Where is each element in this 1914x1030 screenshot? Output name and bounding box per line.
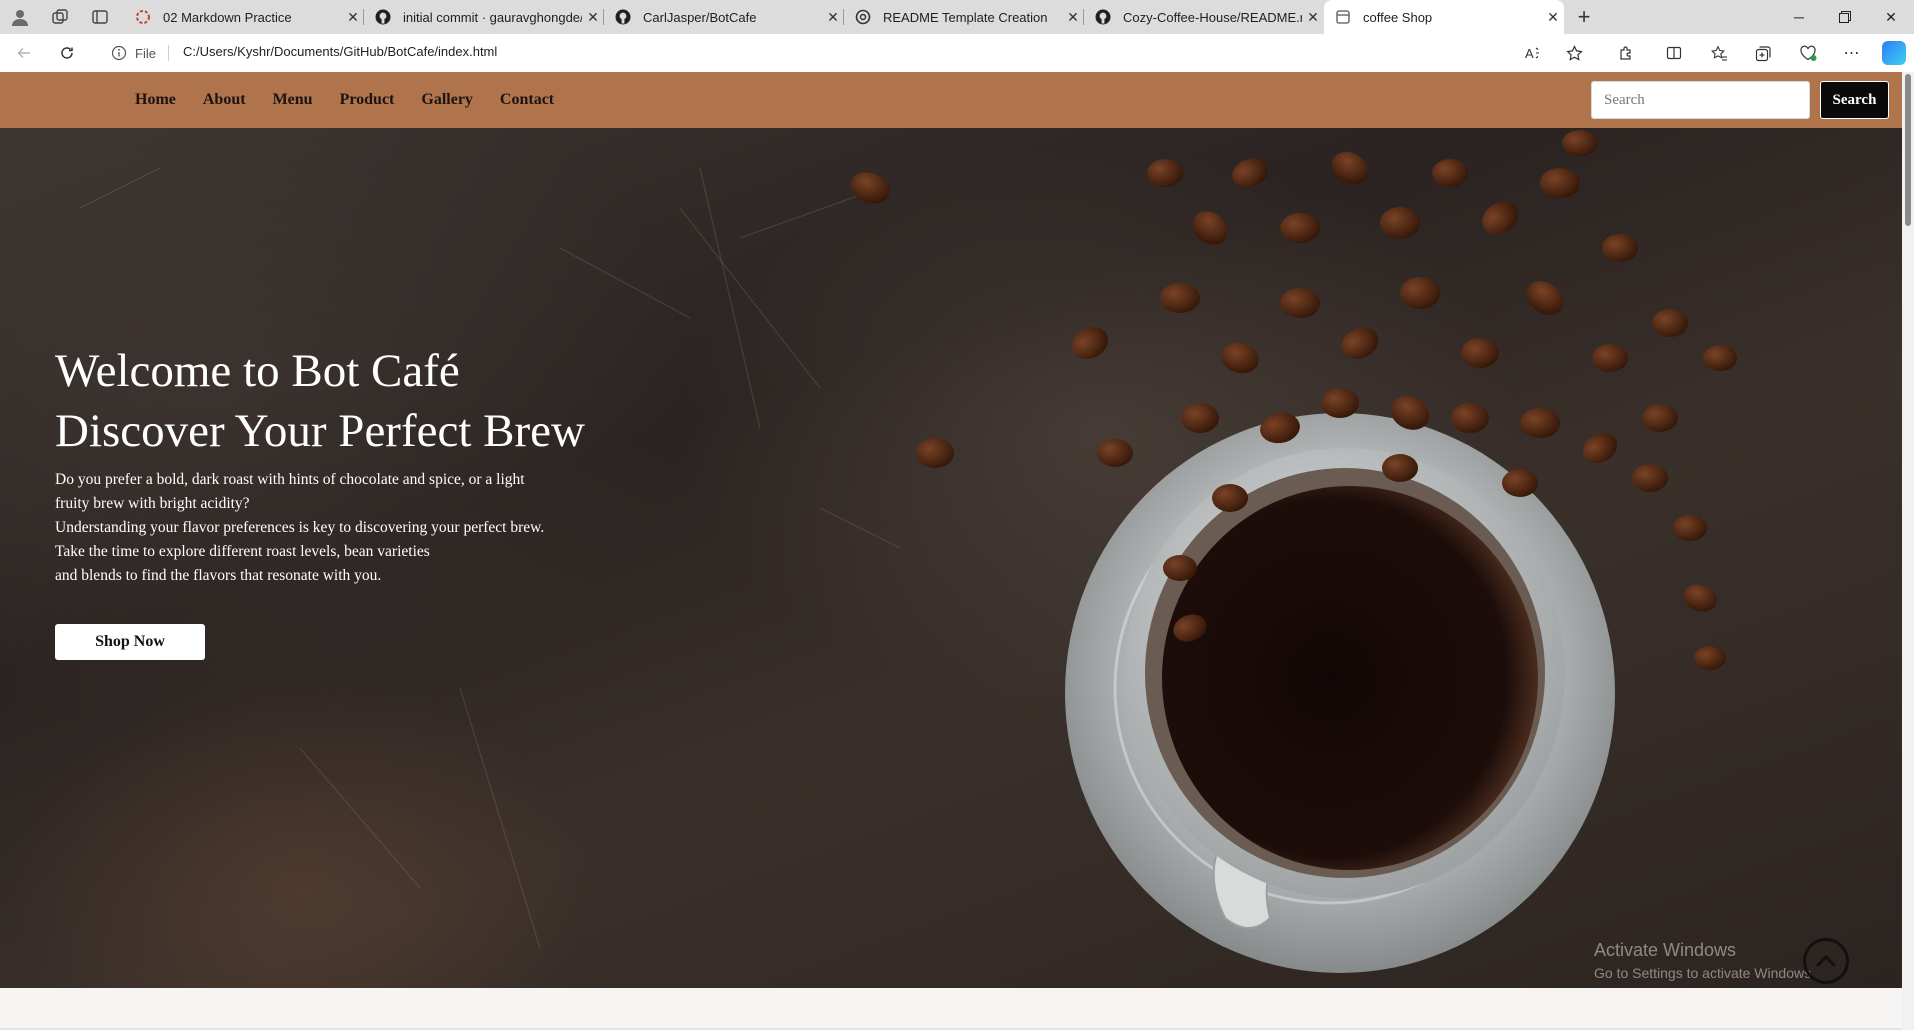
collections-button[interactable] (1748, 34, 1778, 72)
workspaces-icon[interactable] (40, 0, 80, 34)
close-icon[interactable]: ✕ (582, 9, 604, 26)
scrollbar-thumb[interactable] (1905, 74, 1911, 226)
vertical-tabs-icon[interactable] (80, 0, 120, 34)
tab-title: initial commit · gauravghongde/s (403, 9, 582, 25)
split-screen-icon (1666, 46, 1682, 60)
site-info-button[interactable]: File (111, 43, 169, 63)
star-icon (1565, 44, 1583, 61)
nav-link-gallery[interactable]: Gallery (421, 91, 473, 109)
tab-cozy-coffee-readme[interactable]: Cozy-Coffee-House/README.md ✕ (1084, 0, 1324, 34)
openai-icon (854, 9, 871, 26)
github-icon (1094, 9, 1111, 26)
favorite-star-button[interactable] (1559, 34, 1589, 72)
heartbeat-icon (1800, 45, 1817, 61)
shop-now-button[interactable]: Shop Now (55, 624, 205, 660)
tab-strip-left-controls (0, 0, 120, 34)
close-icon[interactable]: ✕ (342, 9, 364, 26)
chevron-up-icon (1816, 954, 1836, 967)
minimize-button[interactable]: ─ (1776, 0, 1822, 34)
nav-link-home[interactable]: Home (135, 91, 176, 109)
refresh-button[interactable] (49, 34, 85, 72)
browser-tab-strip: 02 Markdown Practice ✕ initial commit · … (0, 0, 1914, 34)
tab-initial-commit[interactable]: initial commit · gauravghongde/s ✕ (364, 0, 604, 34)
close-icon[interactable]: ✕ (1062, 9, 1084, 26)
hero-description-line: and blends to find the flavors that reso… (55, 567, 382, 584)
restore-button[interactable] (1822, 0, 1868, 34)
hero-title-line-2: Discover Your Perfect Brew (55, 405, 585, 457)
more-dots-icon: ⋯ (1843, 45, 1861, 62)
hero-description: Do you prefer a bold, dark roast with hi… (55, 468, 615, 588)
info-icon (111, 45, 127, 61)
hero-title-line-1: Welcome to Bot Café (55, 345, 460, 397)
watermark-title: Activate Windows (1594, 940, 1737, 960)
refresh-icon (61, 47, 73, 59)
copilot-icon (1882, 41, 1906, 65)
favorites-icon (1710, 45, 1727, 61)
url-field[interactable]: C:/Users/Kyshr/Documents/GitHub/BotCafe/… (183, 44, 497, 59)
site-search-button[interactable]: Search (1820, 81, 1889, 119)
address-divider (167, 45, 169, 61)
nav-link-menu[interactable]: Menu (273, 91, 313, 109)
restore-icon (1839, 11, 1851, 23)
hero-section: Welcome to Bot Café Discover Your Perfec… (0, 128, 1902, 988)
read-aloud-icon: A (1525, 46, 1539, 61)
hero-description-line: fruity brew with bright acidity? (55, 495, 250, 512)
address-bar: File C:/Users/Kyshr/Documents/GitHub/Bot… (0, 34, 1914, 72)
nav-link-contact[interactable]: Contact (500, 91, 554, 109)
back-button[interactable] (6, 34, 42, 72)
hero-title: Welcome to Bot Café Discover Your Perfec… (55, 341, 585, 461)
tab-markdown-practice[interactable]: 02 Markdown Practice ✕ (124, 0, 364, 34)
browser-essentials-button[interactable] (1793, 34, 1823, 72)
tab-title: 02 Markdown Practice (163, 9, 292, 25)
loading-spinner-icon (134, 9, 151, 26)
hero-description-line: Do you prefer a bold, dark roast with hi… (55, 471, 525, 488)
nav-link-product[interactable]: Product (340, 91, 395, 109)
github-icon (374, 9, 391, 26)
tab-botcafe-repo[interactable]: CarlJasper/BotCafe ✕ (604, 0, 844, 34)
new-tab-button[interactable]: + (1572, 0, 1596, 34)
tab-title: CarlJasper/BotCafe (643, 9, 757, 25)
svg-text:A: A (1525, 46, 1534, 61)
extensions-button[interactable] (1611, 34, 1641, 72)
tab-title: coffee Shop (1363, 9, 1433, 25)
site-search-input[interactable] (1591, 81, 1810, 119)
tab-readme-template[interactable]: README Template Creation ✕ (844, 0, 1084, 34)
split-screen-button[interactable] (1659, 34, 1689, 72)
close-icon[interactable]: ✕ (1542, 9, 1564, 26)
profile-icon[interactable] (0, 0, 40, 34)
nav-link-about[interactable]: About (203, 91, 246, 109)
github-icon (614, 9, 631, 26)
read-aloud-button[interactable]: A (1519, 34, 1549, 72)
site-nav-links: Home About Menu Product Gallery Contact (135, 72, 581, 128)
collections-icon (1755, 45, 1771, 61)
puzzle-icon (1620, 46, 1631, 60)
hero-description-line: Take the time to explore different roast… (55, 543, 430, 560)
window-close-button[interactable]: ✕ (1868, 0, 1914, 34)
site-navbar: Home About Menu Product Gallery Contact … (0, 72, 1902, 128)
arrow-left-icon (17, 47, 30, 59)
close-icon[interactable]: ✕ (1302, 9, 1324, 26)
tab-coffee-shop[interactable]: coffee Shop ✕ (1324, 0, 1564, 34)
hero-description-line: Understanding your flavor preferences is… (55, 519, 545, 536)
tab-title: README Template Creation (883, 9, 1048, 25)
page-icon (1334, 9, 1351, 26)
scheme-label: File (135, 45, 156, 61)
page-below-fold (0, 988, 1902, 1030)
favorites-button[interactable] (1704, 34, 1734, 72)
close-icon[interactable]: ✕ (822, 9, 844, 26)
page-scrollbar[interactable] (1902, 72, 1914, 1030)
watermark-subtitle: Go to Settings to activate Windows. (1594, 965, 1815, 981)
scroll-to-top-button[interactable] (1803, 938, 1849, 984)
activate-windows-watermark: Activate Windows Go to Settings to activ… (1594, 940, 1815, 981)
settings-more-button[interactable]: ⋯ (1837, 34, 1867, 72)
tab-title: Cozy-Coffee-House/README.md (1123, 9, 1302, 25)
copilot-button[interactable] (1879, 34, 1909, 72)
